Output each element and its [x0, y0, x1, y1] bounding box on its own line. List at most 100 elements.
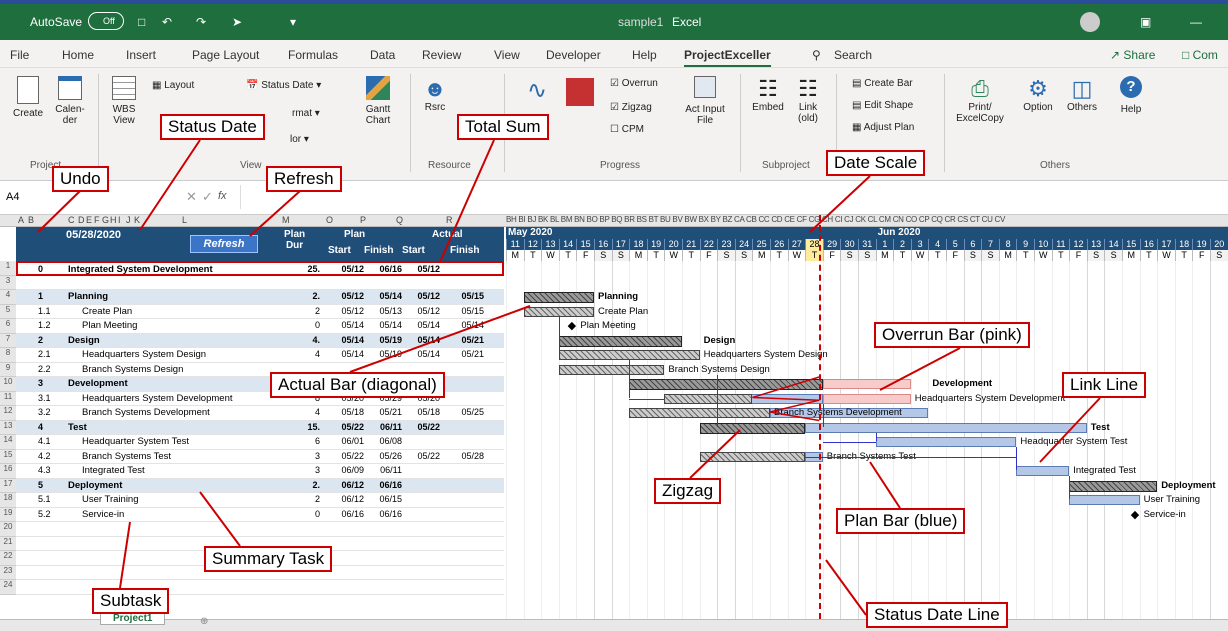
table-row[interactable]: 4.2 Branch Systems Test 3 05/22 05/26 05/22 05…	[16, 449, 504, 464]
overrun-check[interactable]: ☑ Overrun	[610, 78, 658, 89]
actual-bar[interactable]	[664, 393, 753, 404]
table-row[interactable]: 1.1 Create Plan 2 05/12 05/13 05/12 05/15	[16, 304, 504, 319]
row-number[interactable]: 12	[0, 406, 16, 421]
tab-page-layout[interactable]: Page Layout	[192, 48, 259, 62]
actual-bar[interactable]	[558, 364, 665, 375]
column-letter[interactable]: E	[86, 215, 92, 225]
act-input-button[interactable]: Act Input File	[680, 76, 730, 126]
ribbon-display-icon[interactable]: ▣	[1140, 15, 1151, 29]
table-row[interactable]	[16, 275, 504, 290]
table-row[interactable]: 1.2 Plan Meeting 0 05/14 05/14 05/14 05/14	[16, 319, 504, 334]
summary-bar[interactable]	[558, 335, 682, 347]
row-number[interactable]: 18	[0, 493, 16, 508]
column-letter[interactable]: P	[360, 215, 366, 225]
gantt-chart-button[interactable]: Gantt Chart	[358, 76, 398, 126]
progress-icon[interactable]	[566, 78, 594, 106]
overrun-bar[interactable]	[822, 393, 911, 404]
row-number[interactable]: 15	[0, 449, 16, 464]
column-letter[interactable]: I	[118, 215, 121, 225]
wbs-view-button[interactable]: WBS View	[104, 76, 144, 126]
cursor-icon[interactable]: ➤	[232, 15, 242, 29]
tab-review[interactable]: Review	[422, 48, 461, 62]
table-row[interactable]: 1 Planning 2. 05/12 05/14 05/12 05/15	[16, 290, 504, 305]
format-button[interactable]: rmat ▾	[292, 108, 320, 119]
row-number[interactable]: 5	[0, 304, 16, 319]
row-number[interactable]: 16	[0, 464, 16, 479]
table-row[interactable]: 2.1 Headquarters System Design 4 05/14 05/19…	[16, 348, 504, 363]
summary-bar[interactable]	[1069, 480, 1158, 492]
cpm-check[interactable]: ☐ CPM	[610, 124, 644, 135]
tab-help[interactable]: Help	[632, 48, 657, 62]
table-row[interactable]: 4.3 Integrated Test 3 06/09 06/11	[16, 464, 504, 479]
account-avatar[interactable]	[1080, 12, 1100, 32]
row-number[interactable]: 13	[0, 420, 16, 435]
tab-data[interactable]: Data	[370, 48, 395, 62]
formula-input[interactable]	[240, 185, 1220, 209]
search-box[interactable]: Search	[834, 48, 872, 62]
summary-bar[interactable]	[629, 379, 823, 390]
share-button[interactable]: ↗ Share	[1110, 48, 1155, 62]
link-button[interactable]: ☷ Link (old)	[790, 76, 826, 124]
tab-projectexceller[interactable]: ProjectExceller	[684, 48, 771, 67]
column-letter[interactable]: K	[134, 215, 140, 225]
summary-bar[interactable]	[699, 422, 806, 434]
tab-formulas[interactable]: Formulas	[288, 48, 338, 62]
color-button[interactable]: lor ▾	[290, 134, 309, 145]
refresh-button[interactable]: Refresh	[190, 235, 258, 253]
name-box[interactable]: A4	[6, 191, 19, 203]
autosave-toggle[interactable]: Off	[88, 12, 124, 30]
table-row[interactable]	[16, 522, 504, 537]
table-row[interactable]: 5 Deployment 2. 06/12 06/16	[16, 478, 504, 493]
table-row[interactable]: 4.1 Headquarter System Test 6 06/01 06/08	[16, 435, 504, 450]
actual-bar[interactable]	[523, 306, 594, 317]
help-button[interactable]: ? Help	[1116, 76, 1146, 115]
option-button[interactable]: ⚙ Option	[1018, 76, 1058, 113]
plan-bar[interactable]	[875, 437, 1017, 447]
plan-bar[interactable]	[805, 422, 1087, 433]
column-letter[interactable]: H	[110, 215, 117, 225]
calendar-button[interactable]: Calen- der	[52, 76, 88, 126]
fx-icon[interactable]: fx	[218, 190, 227, 202]
row-number[interactable]: 24	[0, 580, 16, 595]
comments-button[interactable]: □ Com	[1182, 48, 1218, 62]
overrun-bar[interactable]	[822, 379, 911, 389]
create-button[interactable]: Create	[8, 76, 48, 119]
adjust-plan-button[interactable]: ▦ Adjust Plan	[852, 122, 914, 133]
row-number[interactable]: 9	[0, 362, 16, 377]
plan-bar[interactable]	[1016, 466, 1070, 476]
print-button[interactable]: ⎙ Print/ ExcelCopy	[952, 76, 1008, 124]
column-letter[interactable]: G	[102, 215, 109, 225]
plan-bar[interactable]	[1069, 495, 1140, 505]
row-number[interactable]: 8	[0, 348, 16, 363]
column-letter[interactable]: Q	[396, 215, 403, 225]
column-letter[interactable]: B	[28, 215, 34, 225]
zigzag-check[interactable]: ☑ Zigzag	[610, 102, 652, 113]
row-number[interactable]: 7	[0, 333, 16, 348]
tab-file[interactable]: File	[10, 48, 29, 62]
actual-bar[interactable]	[629, 408, 770, 418]
others-button[interactable]: ◫ Others	[1062, 76, 1102, 113]
tab-developer[interactable]: Developer	[546, 48, 601, 62]
column-letter[interactable]: L	[182, 215, 187, 225]
actual-bar[interactable]	[558, 350, 700, 360]
table-row[interactable]: 3.2 Branch Systems Development 4 05/18 05/21…	[16, 406, 504, 421]
row-number[interactable]: 14	[0, 435, 16, 450]
edit-shape-button[interactable]: ▤ Edit Shape	[852, 100, 913, 111]
column-letter[interactable]: A	[18, 215, 24, 225]
row-number[interactable]: 3	[0, 275, 16, 290]
line-chart-icon[interactable]: ∿	[520, 76, 554, 105]
row-number[interactable]: 4	[0, 290, 16, 305]
embed-button[interactable]: ☷ Embed	[750, 76, 786, 113]
column-letter[interactable]: R	[446, 215, 453, 225]
status-date-button[interactable]: 📅 Status Date ▾	[246, 80, 321, 91]
cancel-icon[interactable]: ✕	[186, 189, 197, 205]
actual-bar[interactable]	[699, 451, 806, 462]
row-number[interactable]: 22	[0, 551, 16, 566]
tab-home[interactable]: Home	[62, 48, 94, 62]
row-number[interactable]: 19	[0, 507, 16, 522]
table-row[interactable]: 4 Test 15. 05/22 06/11 05/22	[16, 420, 504, 435]
minimize-icon[interactable]: —	[1190, 15, 1202, 29]
row-number[interactable]: 11	[0, 391, 16, 406]
tab-insert[interactable]: Insert	[126, 48, 156, 62]
row-number[interactable]: 10	[0, 377, 16, 392]
